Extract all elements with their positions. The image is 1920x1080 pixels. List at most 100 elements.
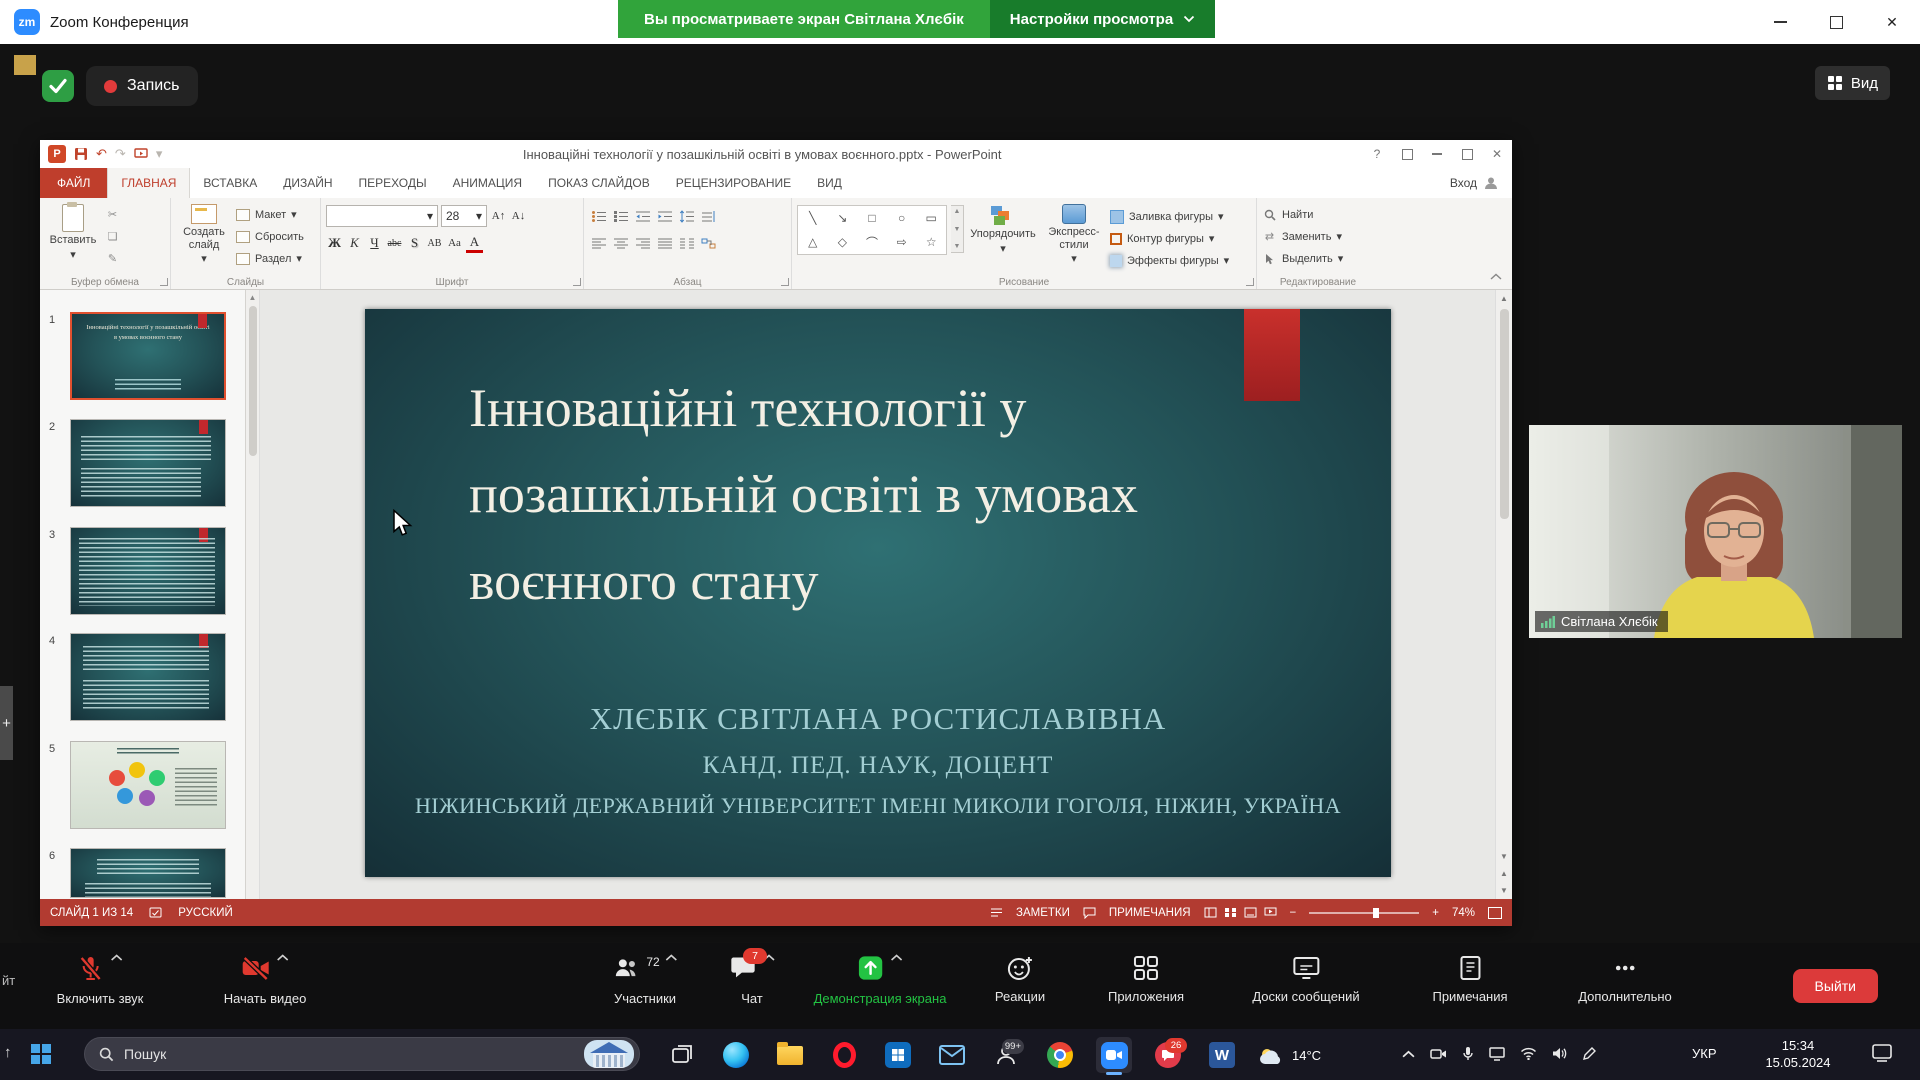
taskbar-app-chrome[interactable]	[1042, 1037, 1078, 1073]
zoom-out-button[interactable]: −	[1290, 907, 1297, 919]
whiteboards-button[interactable]: Доски сообщений	[1252, 954, 1359, 1004]
video-options-chevron-icon[interactable]	[277, 954, 289, 961]
increase-indent-icon[interactable]	[655, 207, 674, 226]
start-video-button[interactable]: Начать видео	[224, 954, 307, 1006]
replace-button[interactable]: ⇄Заменить▾	[1262, 227, 1343, 246]
share-screen-button[interactable]: Демонстрация экрана	[814, 954, 947, 1006]
align-right-icon[interactable]	[633, 234, 652, 253]
next-slide-button[interactable]: ▼	[1496, 882, 1512, 899]
slide-scrollbar[interactable]: ▲ ▼ ▲ ▼	[1495, 290, 1512, 899]
taskbar-app-messenger[interactable]: 26	[1150, 1037, 1186, 1073]
justify-icon[interactable]	[655, 234, 674, 253]
close-button[interactable]: ✕	[1864, 0, 1920, 44]
keyboard-language-indicator[interactable]: УКР	[1692, 1046, 1717, 1061]
columns-icon[interactable]	[677, 234, 696, 253]
tab-view[interactable]: ВИД	[804, 168, 855, 198]
taskbar-app-people[interactable]: 99+	[988, 1037, 1024, 1073]
redo-icon[interactable]: ↷	[115, 146, 126, 162]
reset-button[interactable]: Сбросить	[236, 227, 304, 246]
shape-arrow-icon[interactable]: ↘	[837, 211, 847, 225]
view-layout-button[interactable]: Вид	[1815, 66, 1890, 100]
view-options-dropdown[interactable]: Настройки просмотра	[990, 0, 1215, 38]
ppt-close-button[interactable]: ✕	[1482, 140, 1512, 168]
taskbar-app-edge[interactable]	[718, 1037, 754, 1073]
tab-insert[interactable]: ВСТАВКА	[190, 168, 270, 198]
tray-chevron-up-icon[interactable]	[1402, 1050, 1415, 1058]
scroll-thumb[interactable]	[1500, 309, 1509, 519]
shape-star-icon[interactable]: ☆	[926, 235, 937, 249]
shape-circle-icon[interactable]: ○	[898, 211, 905, 225]
shrink-font-button[interactable]: А↓	[510, 206, 527, 226]
align-left-icon[interactable]	[589, 234, 608, 253]
font-name-combobox[interactable]: ▾	[326, 205, 438, 227]
shape-diamond-icon[interactable]: ◇	[838, 235, 847, 249]
tab-design[interactable]: ДИЗАЙН	[270, 168, 345, 198]
mic-options-chevron-icon[interactable]	[111, 954, 123, 961]
bold-button[interactable]: Ж	[326, 233, 343, 253]
tray-pen-icon[interactable]	[1582, 1047, 1596, 1061]
decrease-indent-icon[interactable]	[633, 207, 652, 226]
participant-video-tile[interactable]: Світлана Хлєбік	[1529, 425, 1902, 638]
notes-button[interactable]: Примечания	[1432, 954, 1507, 1004]
shape-effects-button[interactable]: Эффекты фигуры▾	[1110, 251, 1229, 270]
text-direction-icon[interactable]	[699, 207, 718, 226]
tab-slideshow[interactable]: ПОКАЗ СЛАЙДОВ	[535, 168, 663, 198]
fit-slide-to-window-button[interactable]	[1488, 907, 1502, 919]
zoom-in-button[interactable]: +	[1432, 907, 1439, 919]
slide-thumbnail-4[interactable]	[70, 633, 226, 721]
notes-toggle[interactable]: ЗАМЕТКИ	[1016, 907, 1070, 919]
reading-view-icon[interactable]	[1244, 907, 1257, 918]
maximize-button[interactable]	[1808, 0, 1864, 44]
panel-scrollbar[interactable]: ▲	[246, 290, 260, 899]
shape-rectangle-icon[interactable]: ▭	[926, 211, 937, 225]
shapes-gallery[interactable]: ╲ ↘ □ ○ ▭ △ ◇ ⌒ ⇨ ☆	[797, 205, 947, 255]
clipboard-dialog-launcher[interactable]	[160, 278, 168, 286]
slideshow-icon[interactable]	[134, 148, 148, 160]
paste-button[interactable]: Вставить ▾	[45, 201, 101, 274]
apps-button[interactable]: Приложения	[1108, 954, 1184, 1004]
tab-file[interactable]: ФАЙЛ	[40, 168, 107, 198]
ppt-help-button[interactable]: ?	[1362, 140, 1392, 168]
shape-triangle-icon[interactable]: △	[808, 235, 817, 249]
layout-button[interactable]: Макет▾	[236, 205, 304, 224]
tray-mic-icon[interactable]	[1462, 1046, 1474, 1061]
font-color-button[interactable]: А	[466, 233, 483, 253]
slide-thumbnail-5[interactable]	[70, 741, 226, 829]
previous-slide-button[interactable]: ▲	[1496, 865, 1512, 882]
task-view-button[interactable]	[664, 1037, 700, 1073]
tray-display-icon[interactable]	[1489, 1047, 1505, 1061]
leave-meeting-button[interactable]: Выйти	[1793, 969, 1878, 1003]
tray-wifi-icon[interactable]	[1520, 1047, 1537, 1060]
tab-transitions[interactable]: ПЕРЕХОДЫ	[346, 168, 440, 198]
line-spacing-icon[interactable]	[677, 207, 696, 226]
sign-in-button[interactable]: Вход	[1450, 168, 1512, 198]
font-dialog-launcher[interactable]	[573, 278, 581, 286]
shapes-scroll-up-icon[interactable]: ▲	[954, 208, 961, 215]
slideshow-view-icon[interactable]	[1264, 907, 1277, 918]
bullets-icon[interactable]	[589, 207, 608, 226]
chat-button[interactable]: 7 Чат	[729, 954, 775, 1006]
slide-canvas[interactable]: Інноваційні технології у позашкільній ос…	[365, 309, 1391, 877]
shape-line-icon[interactable]: ╲	[809, 211, 816, 225]
arrange-button[interactable]: Упорядочить ▾	[968, 201, 1038, 274]
font-size-combobox[interactable]: 28▾	[441, 205, 487, 227]
undo-icon[interactable]: ↶	[96, 146, 107, 162]
tray-camera-icon[interactable]	[1430, 1047, 1447, 1061]
zoom-slider-thumb[interactable]	[1373, 908, 1379, 918]
reactions-button[interactable]: Реакции	[995, 954, 1045, 1004]
tab-home[interactable]: ГЛАВНАЯ	[107, 168, 190, 198]
save-icon[interactable]	[74, 147, 88, 161]
zoom-slider[interactable]	[1309, 912, 1419, 914]
tab-review[interactable]: РЕЦЕНЗИРОВАНИЕ	[663, 168, 804, 198]
slide-thumbnail-6[interactable]	[70, 848, 226, 898]
underline-button[interactable]: Ч	[366, 233, 383, 253]
taskbar-app-file-explorer[interactable]	[772, 1037, 808, 1073]
section-button[interactable]: Раздел▾	[236, 249, 304, 268]
notification-center-button[interactable]	[1872, 1044, 1892, 1067]
quick-styles-button[interactable]: Экспресс-стили ▾	[1042, 201, 1106, 274]
search-highlight-image[interactable]	[584, 1040, 634, 1068]
new-slide-button[interactable]: Создать слайд ▾	[176, 201, 232, 274]
shape-outline-button[interactable]: Контур фигуры▾	[1110, 229, 1229, 248]
ppt-restore-button[interactable]	[1452, 140, 1482, 168]
panel-scroll-thumb[interactable]	[249, 306, 257, 456]
